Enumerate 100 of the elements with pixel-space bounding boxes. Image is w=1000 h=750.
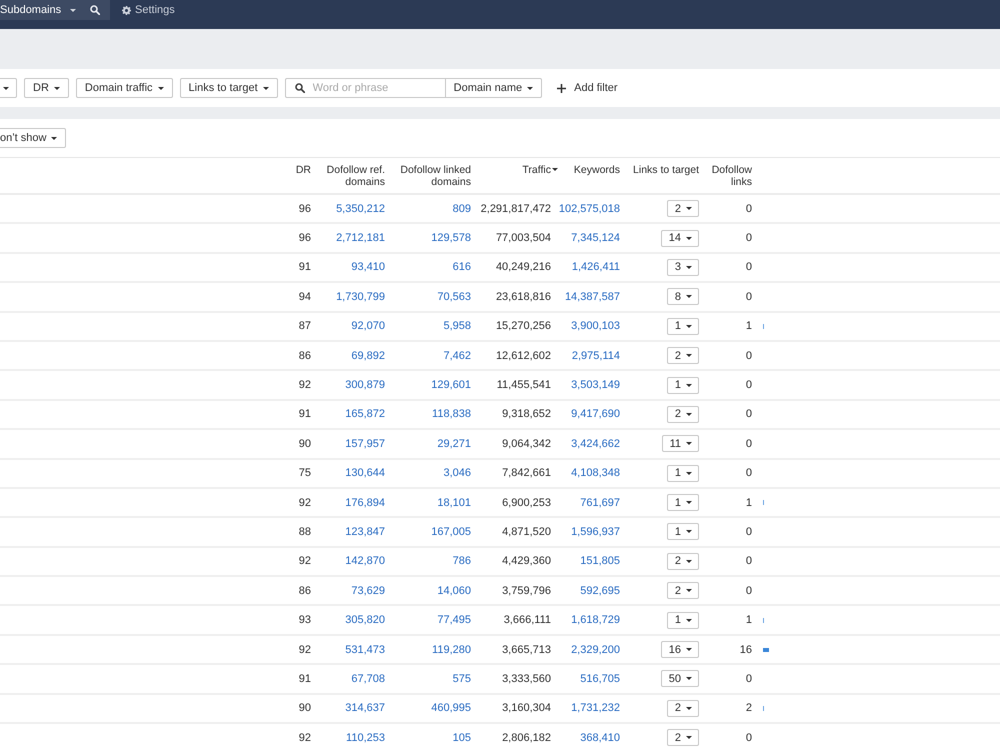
column-header[interactable]: DR: [296, 164, 311, 176]
cell-link[interactable]: 516,705: [580, 672, 620, 685]
cell-link[interactable]: 73,629: [351, 584, 385, 597]
filter-dropdown[interactable]: Domain traffic: [76, 78, 173, 98]
cell-link[interactable]: 460,995: [431, 702, 471, 714]
cell-link[interactable]: 67,708: [351, 672, 385, 685]
links-dropdown[interactable]: 2: [666, 582, 699, 600]
filter-dropdown[interactable]: Links to target: [180, 78, 278, 98]
cell-link[interactable]: 18,101: [437, 496, 471, 509]
cell-link[interactable]: 7,462: [443, 350, 471, 362]
cell-link[interactable]: 786: [452, 555, 471, 568]
cell-link[interactable]: 14,387,587: [564, 290, 620, 303]
cell-link[interactable]: 2,712,181: [336, 232, 385, 244]
cell-link[interactable]: 575: [452, 672, 471, 685]
cell-link[interactable]: 300,879: [345, 379, 385, 392]
cell-link[interactable]: 314,637: [345, 702, 385, 714]
settings-link[interactable]: Settings: [122, 0, 175, 20]
cell-link[interactable]: 130,644: [345, 467, 385, 480]
links-dropdown[interactable]: 16: [660, 641, 699, 658]
caret-icon: [686, 472, 692, 475]
links-dropdown[interactable]: 1: [666, 523, 699, 540]
table-cell: 93: [298, 614, 311, 626]
filter-dropdown[interactable]: DR: [24, 78, 69, 98]
search-button[interactable]: [80, 0, 110, 20]
links-dropdown[interactable]: 1: [666, 464, 699, 482]
cell-link[interactable]: 1,731,232: [571, 702, 620, 714]
cell-link[interactable]: 77,495: [437, 614, 471, 626]
cell-link[interactable]: 1,730,799: [336, 290, 385, 303]
cell-link[interactable]: 3,503,149: [571, 379, 620, 392]
cell-link[interactable]: 93,410: [351, 261, 385, 274]
cell-link[interactable]: 118,838: [432, 408, 471, 420]
links-dropdown[interactable]: 1: [666, 612, 699, 629]
links-dropdown[interactable]: 1: [666, 376, 699, 394]
links-dropdown[interactable]: 3: [666, 258, 699, 276]
cell-link[interactable]: 1,426,411: [572, 261, 620, 274]
caret-icon: [686, 266, 692, 269]
column-header[interactable]: Dofollow linked domains: [385, 164, 471, 188]
cell-link[interactable]: 105: [452, 732, 471, 744]
links-dropdown[interactable]: 2: [666, 406, 699, 423]
links-dropdown[interactable]: 2: [666, 200, 699, 218]
cell-link[interactable]: 761,697: [580, 496, 620, 509]
cell-link[interactable]: 592,695: [580, 584, 620, 597]
cell-link[interactable]: 92,070: [351, 320, 385, 332]
links-dropdown[interactable]: 2: [666, 347, 699, 364]
cell-link[interactable]: 167,005: [431, 526, 471, 538]
cell-link[interactable]: 123,847: [345, 526, 385, 538]
cell-link[interactable]: 616: [452, 261, 471, 274]
cell-link[interactable]: 69,892: [351, 350, 385, 362]
cell-link[interactable]: 3,900,103: [571, 320, 620, 332]
search-scope-dropdown[interactable]: Domain name: [446, 78, 542, 98]
cell-link[interactable]: 1,618,729: [571, 614, 620, 626]
links-dropdown[interactable]: 8: [666, 288, 699, 306]
cell-link[interactable]: 102,575,018: [558, 202, 620, 215]
cell-link[interactable]: 157,957: [345, 438, 385, 450]
column-header[interactable]: Dofollow links: [699, 164, 752, 188]
cell-link[interactable]: 305,820: [345, 614, 385, 626]
links-dropdown[interactable]: 11: [662, 435, 699, 452]
cell-link[interactable]: 9,417,690: [571, 408, 620, 420]
cell-link[interactable]: 7,345,124: [571, 232, 620, 244]
search-field[interactable]: Word or phrase: [284, 78, 446, 98]
cell-link[interactable]: 176,894: [345, 496, 385, 509]
column-header[interactable]: Keywords: [574, 164, 620, 176]
cell-link[interactable]: 14,060: [437, 584, 471, 597]
links-dropdown[interactable]: 2: [666, 700, 699, 717]
cell-link[interactable]: 368,410: [580, 732, 620, 744]
cell-link[interactable]: 2,329,200: [571, 644, 620, 656]
cell-link[interactable]: 129,578: [431, 232, 471, 244]
cell-link[interactable]: 3,046: [443, 467, 471, 480]
cell-link[interactable]: 151,805: [580, 555, 620, 568]
cell-link[interactable]: 5,350,212: [336, 202, 385, 215]
column-header[interactable]: Traffic: [522, 164, 551, 176]
column-header[interactable]: Dofollow ref. domains: [311, 164, 385, 188]
table-cell: 16: [740, 644, 752, 656]
table-cell: 3,759,796: [502, 584, 551, 597]
links-dropdown[interactable]: 2: [666, 552, 699, 570]
cell-link[interactable]: 165,872: [345, 408, 385, 420]
table-cell: 77,003,504: [496, 232, 551, 244]
cell-link[interactable]: 70,563: [437, 290, 471, 303]
filter-dropdown[interactable]: [0, 78, 17, 98]
mode-dropdown[interactable]: Subdomains: [0, 0, 80, 20]
links-dropdown[interactable]: 50: [660, 670, 699, 688]
cell-link[interactable]: 129,601: [431, 379, 471, 392]
cell-link[interactable]: 119,280: [432, 644, 471, 656]
column-header[interactable]: Links to target: [633, 164, 699, 176]
cell-link[interactable]: 142,870: [345, 555, 385, 568]
links-dropdown[interactable]: 14: [660, 230, 699, 247]
cell-link[interactable]: 5,958: [443, 320, 471, 332]
links-dropdown[interactable]: 1: [666, 494, 699, 512]
links-dropdown[interactable]: 1: [666, 318, 699, 335]
display-dropdown[interactable]: on’t show: [0, 128, 66, 148]
cell-link[interactable]: 29,271: [437, 438, 471, 450]
cell-link[interactable]: 1,596,937: [571, 526, 620, 538]
cell-link[interactable]: 2,975,114: [572, 350, 620, 362]
cell-link[interactable]: 809: [452, 202, 471, 215]
cell-link[interactable]: 531,473: [345, 644, 385, 656]
cell-link[interactable]: 110,253: [346, 732, 385, 744]
cell-link[interactable]: 4,108,348: [571, 467, 620, 480]
cell-link[interactable]: 3,424,662: [571, 438, 620, 450]
add-filter-button[interactable]: Add filter: [551, 78, 624, 98]
links-dropdown[interactable]: 2: [666, 729, 699, 746]
